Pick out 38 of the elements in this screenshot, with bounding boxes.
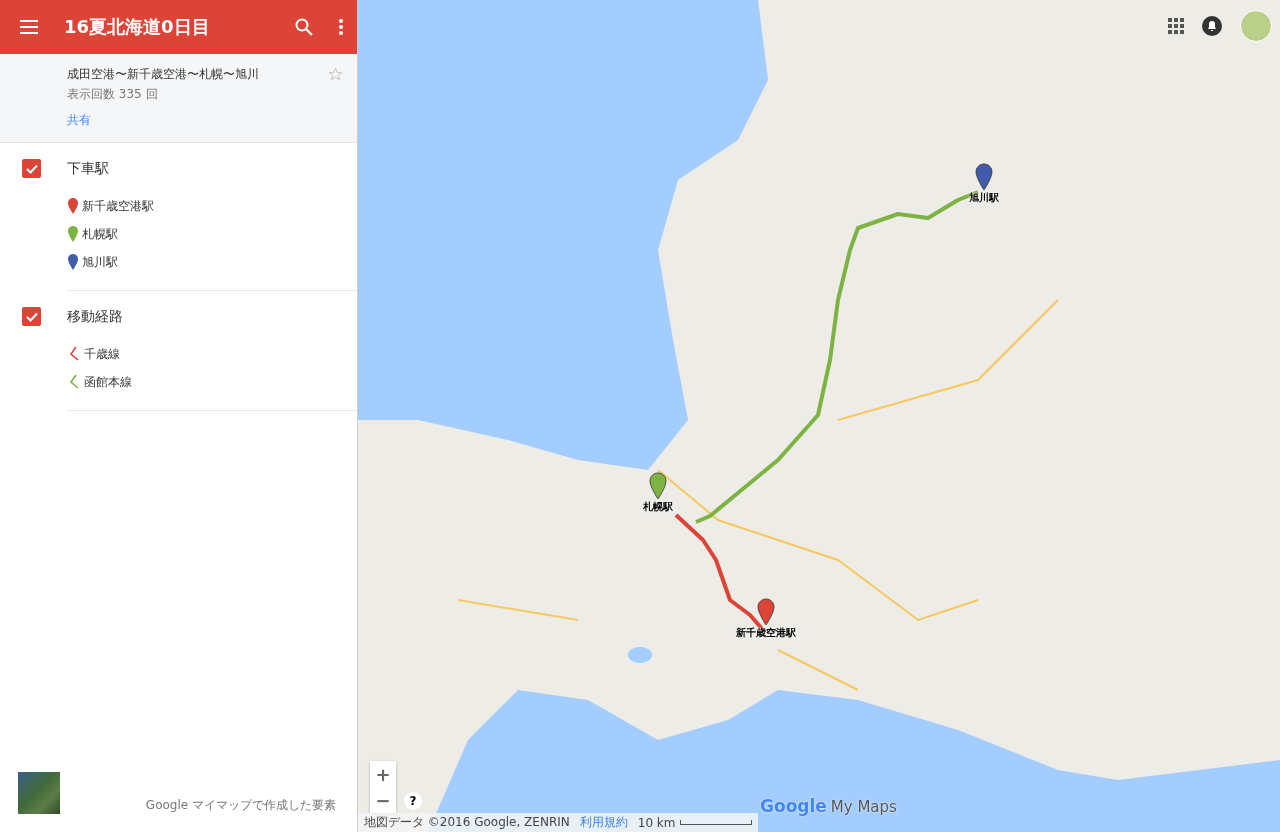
more-options-icon[interactable]	[339, 19, 343, 35]
checkmark-icon	[25, 163, 38, 174]
layer-checkbox[interactable]	[22, 307, 41, 326]
map-pin-icon	[649, 472, 667, 500]
map-pin-icon	[757, 598, 775, 626]
marker-label: 旭川駅	[969, 191, 999, 205]
logo-brand: Google	[760, 796, 827, 816]
map-pin-icon	[975, 163, 993, 191]
layer-item[interactable]: 函館本線	[84, 373, 132, 391]
search-icon[interactable]	[295, 18, 313, 36]
footer-text: Google マイマップで作成した要素	[145, 797, 336, 814]
map-title: 16夏北海道0日目	[64, 15, 211, 39]
satellite-thumbnail[interactable]	[18, 772, 60, 814]
marker-label: 札幌駅	[643, 500, 673, 514]
checkmark-icon	[25, 311, 38, 322]
zoom-in-button[interactable]: +	[370, 761, 396, 787]
apps-grid-icon[interactable]	[1168, 18, 1184, 34]
line-path-icon	[68, 374, 80, 390]
marker-label: 新千歳空港駅	[736, 626, 796, 640]
map-data-credit: 地図データ ©2016 Google, ZENRIN	[364, 814, 570, 831]
layer-item[interactable]: 旭川駅	[82, 253, 118, 271]
layer-name: 移動経路	[67, 307, 123, 326]
line-path-icon	[68, 346, 80, 362]
scale-label: 10 km	[637, 815, 676, 830]
layer-item[interactable]: 新千歳空港駅	[82, 197, 154, 215]
map-pin-icon	[68, 198, 78, 214]
layer-item[interactable]: 札幌駅	[82, 225, 118, 243]
map-pin-icon	[68, 254, 78, 270]
layer-checkbox[interactable]	[22, 159, 41, 178]
map-description: 成田空港〜新千歳空港〜札幌〜旭川	[67, 66, 260, 83]
zoom-out-button[interactable]: −	[370, 787, 396, 813]
view-count: 表示回数 335 回	[67, 86, 159, 103]
notification-bell-icon[interactable]	[1202, 16, 1222, 36]
logo-product: My Maps	[830, 798, 897, 816]
layer-item[interactable]: 千歳線	[84, 345, 120, 363]
map-pin-icon	[68, 226, 78, 242]
layer-name: 下車駅	[67, 159, 109, 178]
menu-icon[interactable]	[20, 20, 38, 34]
